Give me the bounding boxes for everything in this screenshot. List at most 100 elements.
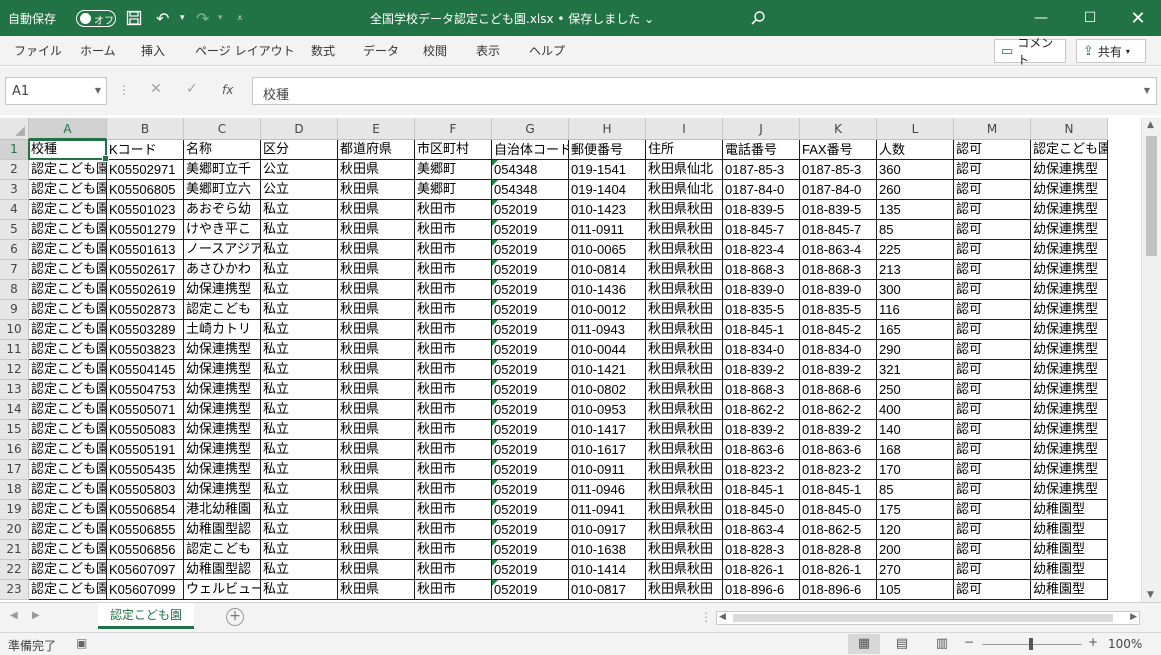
vertical-scrollbar[interactable]: ▲ ▼ bbox=[1141, 118, 1161, 602]
cell-k8[interactable]: 018-839-0 bbox=[800, 280, 877, 300]
cell-e11[interactable]: 秋田県 bbox=[338, 340, 415, 360]
cell-k17[interactable]: 018-823-2 bbox=[800, 460, 877, 480]
cell-j5[interactable]: 018-845-7 bbox=[723, 220, 800, 240]
cell-m22[interactable]: 認可 bbox=[954, 560, 1031, 580]
cell-l19[interactable]: 175 bbox=[877, 500, 954, 520]
scroll-right-icon[interactable]: ▶ bbox=[1130, 612, 1137, 622]
cell-f3[interactable]: 美郷町 bbox=[415, 180, 492, 200]
cell-b19[interactable]: K05506854 bbox=[107, 500, 184, 520]
cancel-icon[interactable]: ✕ bbox=[150, 81, 162, 97]
cell-j8[interactable]: 018-839-0 bbox=[723, 280, 800, 300]
cell-b6[interactable]: K05501613 bbox=[107, 240, 184, 260]
zoom-out-icon[interactable]: − bbox=[964, 635, 974, 649]
cell-d21[interactable]: 私立 bbox=[261, 540, 338, 560]
cell-c9[interactable]: 認定こども bbox=[184, 300, 261, 320]
scroll-down-icon[interactable]: ▼ bbox=[1147, 590, 1154, 600]
redo-dropdown-icon[interactable]: ▾ bbox=[218, 0, 223, 36]
row-header-13[interactable]: 13 bbox=[0, 380, 29, 400]
redo-icon[interactable]: ↷ bbox=[196, 0, 209, 36]
cell-d5[interactable]: 私立 bbox=[261, 220, 338, 240]
cell-a15[interactable]: 認定こども園 bbox=[29, 420, 107, 440]
cell-m3[interactable]: 認可 bbox=[954, 180, 1031, 200]
cell-e3[interactable]: 秋田県 bbox=[338, 180, 415, 200]
cell-m20[interactable]: 認可 bbox=[954, 520, 1031, 540]
cell-l14[interactable]: 400 bbox=[877, 400, 954, 420]
cell-a23[interactable]: 認定こども園 bbox=[29, 580, 107, 600]
row-header-12[interactable]: 12 bbox=[0, 360, 29, 380]
column-header-f[interactable]: F bbox=[415, 118, 492, 140]
column-header-n[interactable]: N bbox=[1031, 118, 1108, 140]
zoom-level[interactable]: 100% bbox=[1108, 637, 1142, 651]
cell-h23[interactable]: 010-0817 bbox=[569, 580, 646, 600]
cell-k16[interactable]: 018-863-6 bbox=[800, 440, 877, 460]
cell-c4[interactable]: あおぞら幼 bbox=[184, 200, 261, 220]
share-button[interactable]: ⇪ 共有 ▾ bbox=[1076, 39, 1146, 63]
cell-k14[interactable]: 018-862-2 bbox=[800, 400, 877, 420]
add-sheet-icon[interactable]: + bbox=[226, 608, 244, 626]
zoom-slider[interactable] bbox=[982, 638, 1082, 650]
row-header-11[interactable]: 11 bbox=[0, 340, 29, 360]
cell-i21[interactable]: 秋田県秋田 bbox=[646, 540, 723, 560]
zoom-in-icon[interactable]: + bbox=[1088, 635, 1098, 649]
cell-h13[interactable]: 010-0802 bbox=[569, 380, 646, 400]
cell-f22[interactable]: 秋田市 bbox=[415, 560, 492, 580]
cell-l17[interactable]: 170 bbox=[877, 460, 954, 480]
cell-k10[interactable]: 018-845-2 bbox=[800, 320, 877, 340]
cell-i16[interactable]: 秋田県秋田 bbox=[646, 440, 723, 460]
enter-icon[interactable]: ✓ bbox=[186, 81, 198, 97]
cell-j3[interactable]: 0187-84-0 bbox=[723, 180, 800, 200]
undo-icon[interactable]: ↶ bbox=[156, 0, 169, 36]
cell-i5[interactable]: 秋田県秋田 bbox=[646, 220, 723, 240]
cell-f18[interactable]: 秋田市 bbox=[415, 480, 492, 500]
cell-e18[interactable]: 秋田県 bbox=[338, 480, 415, 500]
cell-f8[interactable]: 秋田市 bbox=[415, 280, 492, 300]
cell-l13[interactable]: 250 bbox=[877, 380, 954, 400]
cell-c8[interactable]: 幼保連携型 bbox=[184, 280, 261, 300]
cell-l20[interactable]: 120 bbox=[877, 520, 954, 540]
cell-f14[interactable]: 秋田市 bbox=[415, 400, 492, 420]
cell-e4[interactable]: 秋田県 bbox=[338, 200, 415, 220]
cell-c13[interactable]: 幼保連携型 bbox=[184, 380, 261, 400]
cell-g12[interactable]: 052019 bbox=[492, 360, 569, 380]
cell-h16[interactable]: 010-1617 bbox=[569, 440, 646, 460]
cell-g17[interactable]: 052019 bbox=[492, 460, 569, 480]
cell-n10[interactable]: 幼保連携型 bbox=[1031, 320, 1108, 340]
cell-e9[interactable]: 秋田県 bbox=[338, 300, 415, 320]
cell-g4[interactable]: 052019 bbox=[492, 200, 569, 220]
cell-g10[interactable]: 052019 bbox=[492, 320, 569, 340]
cell-a17[interactable]: 認定こども園 bbox=[29, 460, 107, 480]
cell-h11[interactable]: 010-0044 bbox=[569, 340, 646, 360]
cell-d3[interactable]: 公立 bbox=[261, 180, 338, 200]
column-header-a[interactable]: A bbox=[29, 118, 107, 140]
cell-b11[interactable]: K05503823 bbox=[107, 340, 184, 360]
cell-c20[interactable]: 幼稚園型認 bbox=[184, 520, 261, 540]
cell-f15[interactable]: 秋田市 bbox=[415, 420, 492, 440]
cell-f10[interactable]: 秋田市 bbox=[415, 320, 492, 340]
column-header-l[interactable]: L bbox=[877, 118, 954, 140]
row-header-14[interactable]: 14 bbox=[0, 400, 29, 420]
cell-c17[interactable]: 幼保連携型 bbox=[184, 460, 261, 480]
cell-i1[interactable]: 住所 bbox=[646, 140, 723, 160]
cell-a22[interactable]: 認定こども園 bbox=[29, 560, 107, 580]
cell-k7[interactable]: 018-868-3 bbox=[800, 260, 877, 280]
cell-h17[interactable]: 010-0911 bbox=[569, 460, 646, 480]
cell-n13[interactable]: 幼保連携型 bbox=[1031, 380, 1108, 400]
page-layout-view-icon[interactable]: ▤ bbox=[886, 634, 918, 654]
cell-d15[interactable]: 私立 bbox=[261, 420, 338, 440]
cell-n8[interactable]: 幼保連携型 bbox=[1031, 280, 1108, 300]
cell-e23[interactable]: 秋田県 bbox=[338, 580, 415, 600]
cell-g15[interactable]: 052019 bbox=[492, 420, 569, 440]
scrollbar-thumb[interactable] bbox=[733, 614, 1113, 622]
cell-e17[interactable]: 秋田県 bbox=[338, 460, 415, 480]
cell-c3[interactable]: 美郷町立六 bbox=[184, 180, 261, 200]
cell-l15[interactable]: 140 bbox=[877, 420, 954, 440]
cell-b3[interactable]: K05506805 bbox=[107, 180, 184, 200]
row-header-3[interactable]: 3 bbox=[0, 180, 29, 200]
cell-k22[interactable]: 018-826-1 bbox=[800, 560, 877, 580]
select-all-corner[interactable] bbox=[0, 118, 29, 140]
row-header-15[interactable]: 15 bbox=[0, 420, 29, 440]
row-header-16[interactable]: 16 bbox=[0, 440, 29, 460]
cell-d13[interactable]: 私立 bbox=[261, 380, 338, 400]
comment-button[interactable]: ▭ コメント bbox=[994, 36, 1066, 67]
cell-l12[interactable]: 321 bbox=[877, 360, 954, 380]
